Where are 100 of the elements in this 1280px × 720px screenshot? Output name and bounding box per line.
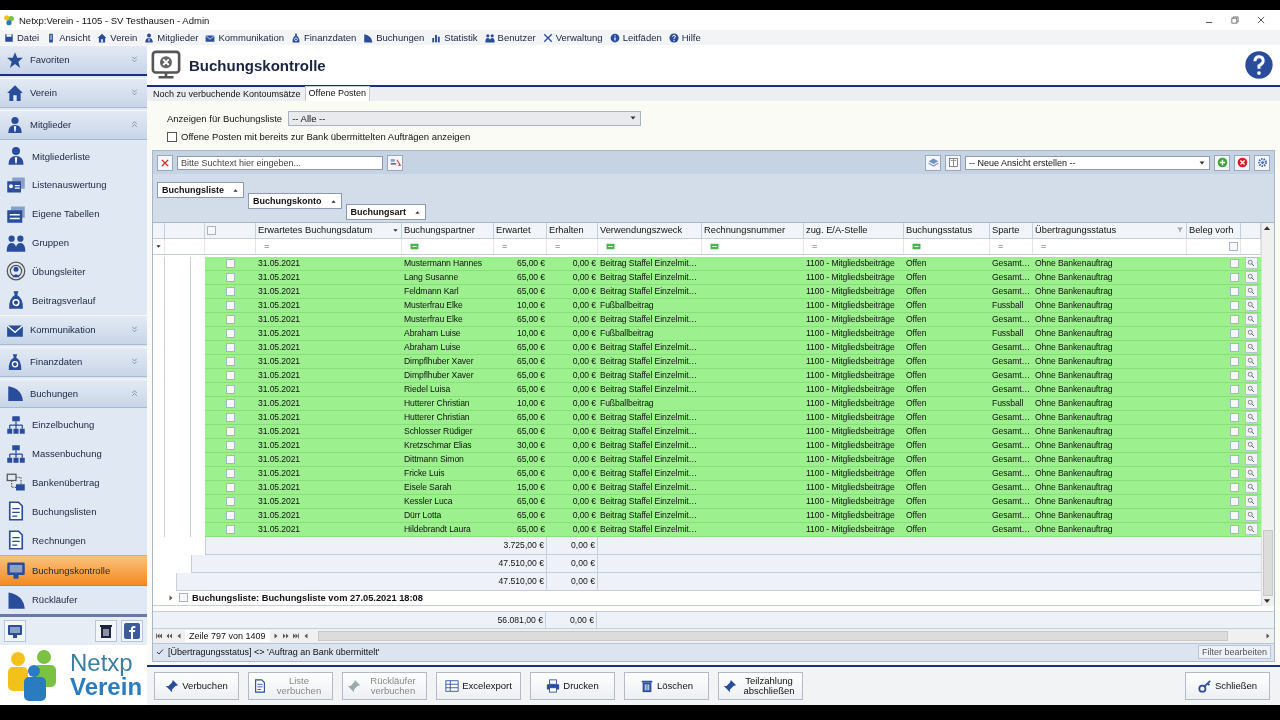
tab[interactable]: Noch zu verbuchende Kontoumsätze: [149, 87, 305, 101]
column-header[interactable]: Rechnungsnummer: [702, 222, 804, 238]
group-by-chip[interactable]: Buchungskonto: [248, 193, 342, 210]
column-header[interactable]: Buchungspartner: [402, 222, 494, 238]
menu-item[interactable]: Leitfäden: [609, 32, 662, 43]
edit-filter-button[interactable]: Filter bearbeiten: [1197, 645, 1271, 660]
sidebar-item[interactable]: Mitgliederliste: [0, 141, 147, 171]
checkbox[interactable]: [226, 286, 235, 296]
restore-icon[interactable]: [1230, 15, 1240, 25]
details-button[interactable]: [1244, 355, 1258, 368]
help-icon[interactable]: [1244, 50, 1274, 80]
details-button[interactable]: [1244, 257, 1258, 270]
checkbox[interactable]: [1230, 454, 1239, 464]
sidebar-item[interactable]: Listenauswertung: [0, 170, 147, 200]
checkbox[interactable]: [1230, 524, 1239, 534]
checkbox[interactable]: [226, 314, 235, 324]
column-header[interactable]: Verwendungszweck: [598, 222, 702, 238]
checkbox[interactable]: [1230, 440, 1239, 450]
checkbox[interactable]: [1229, 241, 1238, 251]
action-button[interactable]: Verbuchen: [154, 672, 239, 700]
checkbox[interactable]: [1230, 286, 1239, 296]
search-options-button[interactable]: [387, 154, 403, 171]
checkbox[interactable]: [1230, 468, 1239, 478]
sidebar-item[interactable]: Einzelbuchung: [0, 410, 147, 440]
list-select[interactable]: -- Alle --: [288, 110, 642, 126]
contains-filter-icon[interactable]: [606, 241, 615, 251]
sidebar-section-header[interactable]: Mitglieder: [0, 109, 147, 140]
checkbox[interactable]: [1230, 258, 1239, 268]
filter-operator[interactable]: =: [502, 239, 508, 254]
checkbox[interactable]: [226, 482, 235, 492]
checkbox[interactable]: [226, 468, 235, 478]
checkbox[interactable]: [226, 300, 235, 310]
previous-icon[interactable]: [175, 631, 183, 640]
close-icon[interactable]: [1256, 15, 1266, 25]
sidebar-item[interactable]: Massenbuchung: [0, 439, 147, 469]
checkbox[interactable]: [1230, 272, 1239, 282]
column-header[interactable]: zug. E/A-Stelle: [804, 222, 904, 238]
column-header[interactable]: Erhalten: [547, 222, 598, 238]
book-button[interactable]: [945, 154, 961, 171]
checkbox[interactable]: [1230, 482, 1239, 492]
check-icon[interactable]: [156, 648, 164, 657]
details-button[interactable]: [1244, 327, 1258, 340]
column-header[interactable]: Buchungsstatus: [904, 222, 990, 238]
sidebar-item[interactable]: Übungsleiter: [0, 257, 147, 286]
checkbox[interactable]: [226, 258, 235, 268]
column-header[interactable]: Beleg vorh: [1187, 222, 1241, 238]
checkbox[interactable]: [167, 131, 177, 142]
sidebar-section-header[interactable]: Kommunikation: [0, 314, 147, 345]
contains-filter-icon[interactable]: [410, 241, 419, 251]
group-by-chip[interactable]: Buchungsart: [345, 204, 427, 221]
sidebar-item[interactable]: Gruppen: [0, 228, 147, 258]
details-button[interactable]: [1244, 271, 1258, 284]
sidebar-item[interactable]: Eigene Tabellen: [0, 199, 147, 229]
menu-item[interactable]: Finanzdaten: [290, 32, 357, 43]
layers-button[interactable]: [925, 154, 941, 171]
details-button[interactable]: [1244, 299, 1258, 312]
checkbox[interactable]: [1230, 314, 1239, 324]
details-button[interactable]: [1244, 411, 1258, 424]
details-button[interactable]: [1244, 509, 1258, 522]
checkbox[interactable]: [226, 342, 235, 352]
expand-arrow-icon[interactable]: [167, 593, 175, 602]
sidebar-item[interactable]: Rechnungen: [0, 525, 147, 555]
details-button[interactable]: [1244, 481, 1258, 494]
monitor-button[interactable]: [4, 620, 26, 643]
checkbox[interactable]: [226, 510, 235, 520]
social-button[interactable]: [121, 620, 143, 643]
column-header[interactable]: Erwartet: [494, 222, 547, 238]
table-row[interactable]: 31.05.2021 Mustermann Hannes 65,00 € 0,00 € Beitrag Staffel Einzelmit… 1100 - Mitgliedsbeiträge Offen Gesamt… Ohne Bankenauftrag: [205, 256, 1261, 271]
next-page-icon[interactable]: [281, 631, 290, 640]
menu-item[interactable]: Datei: [4, 32, 40, 43]
action-button[interactable]: Drucken: [530, 672, 615, 700]
menu-item[interactable]: Verwaltung: [542, 32, 603, 43]
sidebar-section-header[interactable]: Favoriten: [0, 45, 147, 76]
checkbox[interactable]: [226, 328, 235, 338]
action-button[interactable]: Teilzahlung abschließen: [718, 672, 803, 700]
details-button[interactable]: [1244, 397, 1258, 410]
contains-filter-icon[interactable]: [710, 241, 719, 251]
checkbox[interactable]: [1230, 398, 1239, 408]
details-button[interactable]: [1244, 467, 1258, 480]
checkbox[interactable]: [1230, 356, 1239, 366]
menu-item[interactable]: Benutzer: [484, 32, 536, 43]
details-button[interactable]: [1244, 453, 1258, 466]
checkbox[interactable]: [1230, 370, 1239, 380]
action-button[interactable]: Excelexport: [436, 672, 521, 700]
sidebar-section-header[interactable]: Buchungen: [0, 378, 147, 409]
details-button[interactable]: [1244, 313, 1258, 326]
details-button[interactable]: [1244, 439, 1258, 452]
checkbox[interactable]: [226, 496, 235, 506]
menu-item[interactable]: Buchungen: [363, 32, 425, 43]
sidebar-section-header[interactable]: Finanzdaten: [0, 346, 147, 377]
checkbox[interactable]: [1230, 342, 1239, 352]
details-button[interactable]: [1244, 341, 1258, 354]
checkbox[interactable]: [226, 454, 235, 464]
add-view-button[interactable]: [1214, 154, 1230, 171]
sidebar-section-header[interactable]: Verein: [0, 77, 147, 108]
delete-view-button[interactable]: [1234, 154, 1250, 171]
checkbox[interactable]: [226, 524, 235, 534]
menu-item[interactable]: Verein: [97, 32, 138, 43]
checkbox[interactable]: [1230, 510, 1239, 520]
filter-operator[interactable]: =: [1041, 239, 1047, 254]
